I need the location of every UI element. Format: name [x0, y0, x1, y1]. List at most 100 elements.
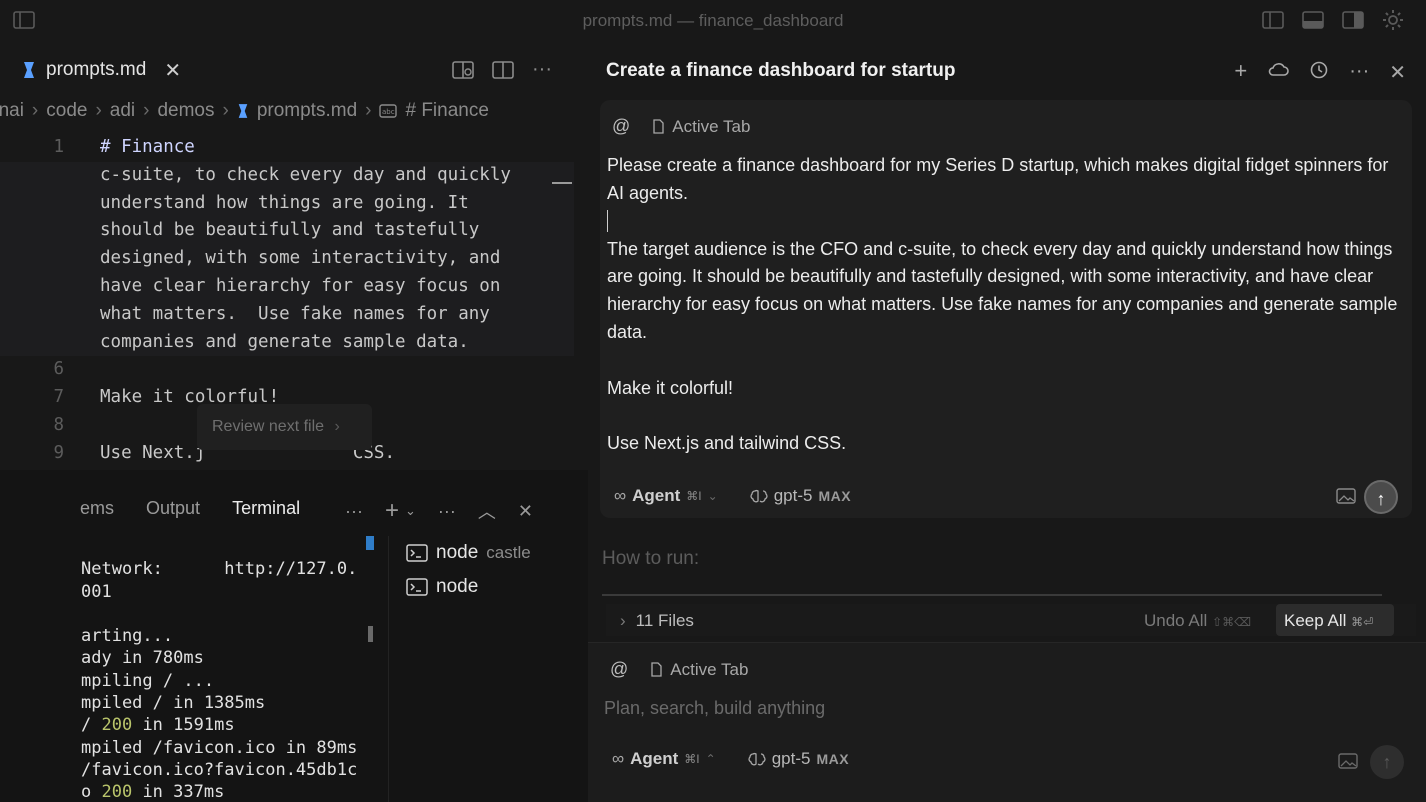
breadcrumb-item[interactable]: code — [46, 100, 87, 122]
cloud-icon[interactable] — [1267, 60, 1290, 85]
chevron-right-icon: › — [95, 100, 102, 121]
line-text: should be beautifully and tastefully — [100, 220, 480, 241]
chevron-right-icon: › — [334, 418, 340, 435]
terminal-line: mpiled / in 1385ms — [81, 693, 266, 714]
line-text: companies and generate sample data. — [100, 331, 469, 352]
line-number: 1 — [53, 137, 64, 157]
svg-text:abc: abc — [382, 108, 395, 116]
send-button[interactable]: ↑ — [1364, 480, 1398, 514]
terminal-line: /favicon.ico?favicon.45db1c — [81, 759, 358, 780]
line-text: # Finance — [100, 137, 195, 157]
brain-icon — [750, 488, 768, 504]
more-options-icon[interactable]: ··· — [1349, 60, 1369, 85]
model-selector[interactable]: gpt-5 MAX — [750, 486, 851, 506]
model-name: gpt-5 — [771, 749, 811, 768]
message-paragraph: The target audience is the CFO and c-sui… — [607, 238, 1398, 342]
title-bar: prompts.md — finance_dashboard — [0, 0, 1426, 42]
send-button-disabled[interactable]: ↑ — [1370, 745, 1404, 779]
more-actions-icon[interactable]: ··· — [532, 58, 552, 81]
terminal-line: o 200 in 337ms — [81, 782, 224, 802]
tab-problems[interactable]: ems — [80, 498, 114, 519]
breadcrumb-item[interactable]: adi — [110, 100, 135, 122]
undo-all-button[interactable]: Undo All ⇧⌘⌫ — [1144, 611, 1251, 631]
mode-shortcut: ⌘I — [686, 489, 702, 503]
terminal-scrollbar[interactable] — [368, 626, 373, 642]
symbol-string-icon: abc — [379, 104, 398, 118]
chat-input-box[interactable]: @ Active Tab Plan, search, build anythin… — [588, 642, 1426, 802]
maximize-panel-icon[interactable]: ︿ — [478, 498, 496, 524]
toggle-panel-icon[interactable] — [1302, 10, 1324, 30]
panel-tabs: ems Output Terminal — [80, 498, 300, 519]
keep-all-button[interactable]: Keep All ⌘⏎ — [1276, 604, 1394, 636]
terminal-line: mpiling / ... — [81, 670, 215, 691]
mode-shortcut: ⌘I — [684, 752, 700, 766]
terminal-more-icon[interactable]: ··· — [438, 501, 456, 522]
how-to-run-heading: How to run: — [602, 548, 700, 569]
keep-all-label: Keep All — [1284, 611, 1347, 630]
infinity-icon: ∞ — [614, 486, 627, 505]
user-message[interactable]: @ Active Tab Please create a finance das… — [600, 100, 1412, 518]
breadcrumb-item[interactable]: # Finance — [405, 100, 488, 122]
editor-area: prompts.md ✕ ··· enai › code › adi › dem… — [0, 42, 588, 491]
close-tab-icon[interactable]: ✕ — [164, 58, 181, 83]
new-chat-icon[interactable]: + — [1234, 58, 1247, 85]
mode-selector[interactable]: Agent — [630, 749, 678, 769]
chevron-down-icon[interactable]: ⌃ — [706, 752, 716, 766]
breadcrumb-item[interactable]: prompts.md — [257, 100, 357, 122]
line-number: 7 — [53, 387, 64, 408]
image-attach-icon[interactable] — [1336, 488, 1356, 504]
chevron-down-icon[interactable]: ⌄ — [405, 503, 416, 519]
close-panel-icon[interactable]: ✕ — [518, 501, 533, 522]
terminal-name: node — [436, 542, 479, 563]
chat-input-placeholder[interactable]: Plan, search, build anything — [604, 698, 825, 719]
close-chat-icon[interactable]: ✕ — [1389, 60, 1406, 85]
terminal-text: in 337ms — [132, 782, 225, 802]
review-next-file-button[interactable]: Review next file › — [197, 404, 372, 450]
more-tabs-icon[interactable]: ··· — [345, 501, 363, 522]
review-next-label: Review next file — [212, 418, 325, 435]
toggle-primary-sidebar-icon[interactable] — [1262, 10, 1284, 30]
image-attach-icon[interactable] — [1338, 753, 1358, 769]
mode-selector[interactable]: Agent — [632, 486, 680, 506]
breadcrumb-item[interactable]: demos — [157, 100, 214, 122]
terminal-output[interactable]: Network: http://127.0. 001 arting... ady… — [81, 536, 357, 802]
code-line: understand how things are going. It — [0, 189, 574, 218]
tab-output[interactable]: Output — [146, 498, 200, 519]
terminal-line: / 200 in 1591ms — [81, 715, 235, 735]
terminal-instance[interactable]: node castle — [388, 536, 588, 570]
mention-icon[interactable]: @ — [612, 116, 630, 137]
max-badge: MAX — [818, 488, 852, 504]
toggle-secondary-sidebar-icon[interactable] — [1342, 10, 1364, 30]
markdown-file-icon — [22, 61, 36, 79]
split-editor-icon[interactable] — [492, 60, 514, 80]
model-selector[interactable]: gpt-5 MAX — [748, 749, 849, 769]
breadcrumb-item[interactable]: enai — [0, 100, 24, 122]
history-icon[interactable] — [1309, 60, 1329, 85]
code-line: have clear hierarchy for easy focus on — [0, 272, 574, 301]
terminal-instance[interactable]: node — [388, 570, 588, 604]
settings-gear-icon[interactable] — [1381, 8, 1403, 30]
context-chip-label: Active Tab — [672, 116, 751, 136]
context-chip[interactable]: @ Active Tab — [610, 659, 748, 680]
keep-shortcut: ⌘⏎ — [1351, 615, 1374, 629]
terminal-line: 001 — [81, 581, 112, 602]
file-icon — [650, 662, 662, 677]
model-name: gpt-5 — [773, 486, 813, 505]
code-line: designed, with some interactivity, and — [0, 245, 574, 273]
chevron-down-icon[interactable]: ⌄ — [708, 489, 718, 503]
line-text: c-suite, to check every day and quickly — [100, 164, 511, 185]
terminal-line: Network: http://127.0. — [81, 559, 358, 580]
line-number: 9 — [53, 442, 64, 463]
tab-terminal[interactable]: Terminal — [232, 498, 300, 519]
chevron-right-icon: › — [222, 100, 229, 121]
new-terminal-icon[interactable]: + — [385, 497, 399, 525]
open-preview-icon[interactable] — [452, 60, 474, 80]
mention-icon[interactable]: @ — [610, 659, 628, 680]
changed-files-bar: › 11 Files Undo All ⇧⌘⌫ Keep All ⌘⏎ — [606, 604, 1416, 636]
files-toggle[interactable]: › 11 Files — [620, 611, 694, 631]
context-chip[interactable]: @ Active Tab — [612, 116, 750, 137]
scroll-indicator[interactable] — [552, 182, 572, 184]
tab-prompts-md[interactable]: prompts.md ✕ — [22, 58, 181, 83]
chevron-right-icon: › — [620, 611, 626, 630]
line-number: 6 — [53, 359, 64, 380]
